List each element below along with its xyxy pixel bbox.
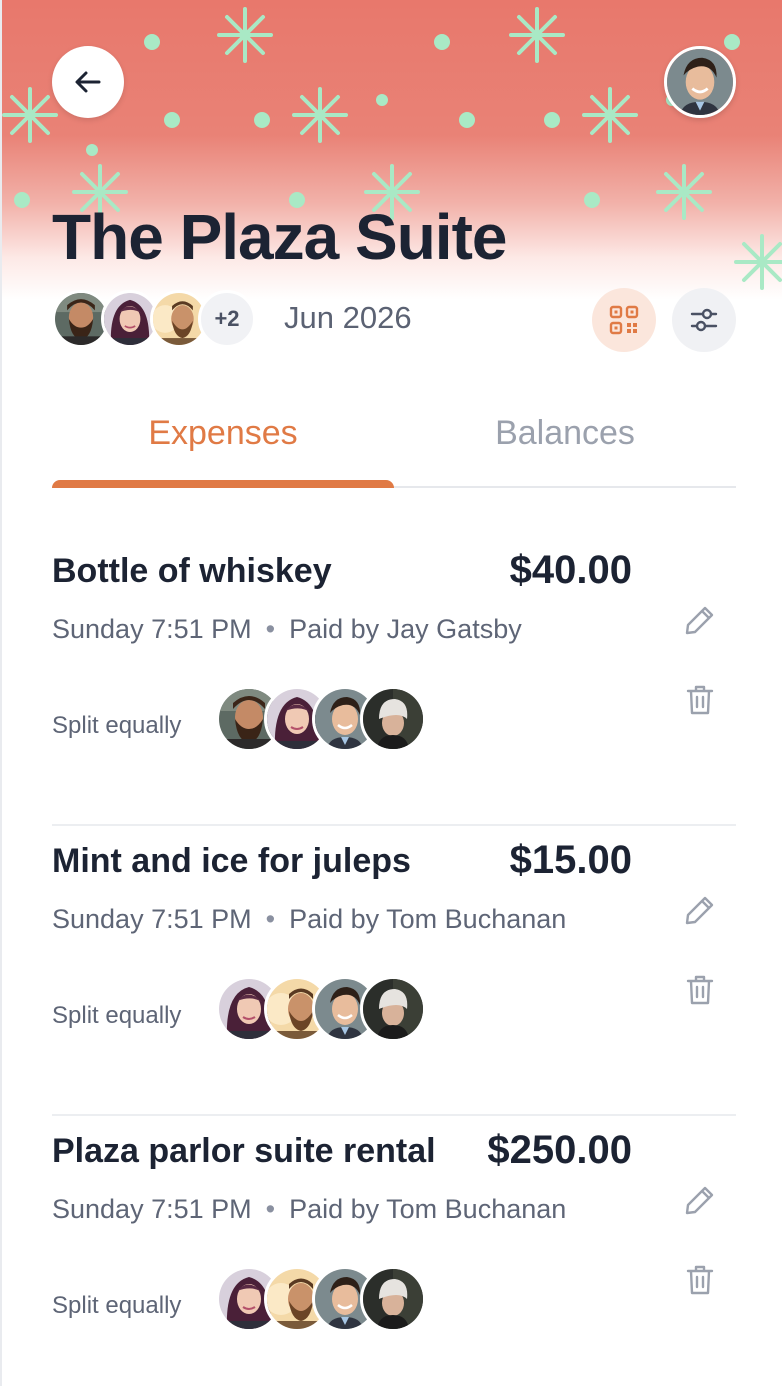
- delete-expense-button[interactable]: [674, 674, 726, 726]
- edit-expense-button[interactable]: [674, 594, 726, 646]
- expense-payer: Paid by Tom Buchanan: [289, 904, 567, 934]
- avatar-image: [363, 979, 423, 1039]
- expense-amount: $40.00: [509, 548, 632, 592]
- expense-name: Plaza parlor suite rental: [52, 1132, 436, 1170]
- avatar-image: [363, 1269, 423, 1329]
- current-user-avatar[interactable]: [664, 46, 736, 118]
- group-date: Jun 2026: [284, 300, 412, 335]
- pencil-icon: [685, 896, 714, 925]
- pencil-icon: [685, 606, 714, 635]
- avatar-image: [667, 49, 733, 115]
- page-title: The Plaza Suite: [52, 201, 507, 273]
- avatar-image: [104, 293, 156, 345]
- participant-avatar: [360, 686, 426, 752]
- expense-time: Sunday 7:51 PM: [52, 614, 252, 644]
- edit-expense-button[interactable]: [674, 1174, 726, 1226]
- tab-balances[interactable]: Balances: [394, 414, 736, 453]
- expense-payer: Paid by Jay Gatsby: [289, 614, 522, 644]
- expense-amount: $250.00: [487, 1128, 632, 1172]
- edit-expense-button[interactable]: [674, 884, 726, 936]
- expense-name: Bottle of whiskey: [52, 552, 332, 590]
- expense-details: Sunday 7:51 PM • Paid by Tom Buchanan: [52, 1194, 566, 1225]
- qr-code-icon: [609, 305, 639, 335]
- delete-expense-button[interactable]: [674, 1254, 726, 1306]
- expense-details: Sunday 7:51 PM • Paid by Jay Gatsby: [52, 614, 522, 645]
- group-expense-screen: The Plaza Suite +2 Jun 2026 Expenses Bal…: [0, 0, 782, 1386]
- expense-time: Sunday 7:51 PM: [52, 1194, 252, 1224]
- qr-code-button[interactable]: [592, 288, 656, 352]
- expense-item[interactable]: Bottle of whiskey $40.00 Sunday 7:51 PM •…: [52, 536, 736, 826]
- tab-bar: Expenses Balances: [52, 398, 736, 488]
- separator-dot: •: [265, 1194, 276, 1224]
- trash-icon: [686, 685, 714, 715]
- expense-time: Sunday 7:51 PM: [52, 904, 252, 934]
- separator-dot: •: [265, 614, 276, 644]
- expense-name: Mint and ice for juleps: [52, 842, 411, 880]
- split-avatars: [216, 1266, 436, 1332]
- expense-payer: Paid by Tom Buchanan: [289, 1194, 567, 1224]
- expense-item[interactable]: Plaza parlor suite rental $250.00 Sunday…: [52, 1116, 736, 1386]
- active-tab-indicator: [52, 480, 394, 488]
- trash-icon: [686, 975, 714, 1005]
- more-members-badge[interactable]: +2: [198, 290, 256, 348]
- expense-amount: $15.00: [509, 838, 632, 882]
- split-label: Split equally: [52, 712, 182, 739]
- settings-button[interactable]: [672, 288, 736, 352]
- avatar-image: [363, 689, 423, 749]
- split-label: Split equally: [52, 1292, 182, 1319]
- participant-avatar: [360, 976, 426, 1042]
- participant-avatar: [360, 1266, 426, 1332]
- split-avatars: [216, 686, 436, 752]
- delete-expense-button[interactable]: [674, 964, 726, 1016]
- expense-item[interactable]: Mint and ice for juleps $15.00 Sunday 7:…: [52, 826, 736, 1116]
- separator-dot: •: [265, 904, 276, 934]
- avatar-image: [55, 293, 107, 345]
- arrow-left-icon: [75, 71, 101, 93]
- trash-icon: [686, 1265, 714, 1295]
- group-meta-row: +2 Jun 2026: [52, 288, 736, 352]
- expense-details: Sunday 7:51 PM • Paid by Tom Buchanan: [52, 904, 566, 935]
- tab-expenses[interactable]: Expenses: [52, 414, 394, 453]
- pencil-icon: [685, 1186, 714, 1215]
- split-avatars: [216, 976, 436, 1042]
- sliders-icon: [690, 308, 718, 332]
- back-button[interactable]: [52, 46, 124, 118]
- split-label: Split equally: [52, 1002, 182, 1029]
